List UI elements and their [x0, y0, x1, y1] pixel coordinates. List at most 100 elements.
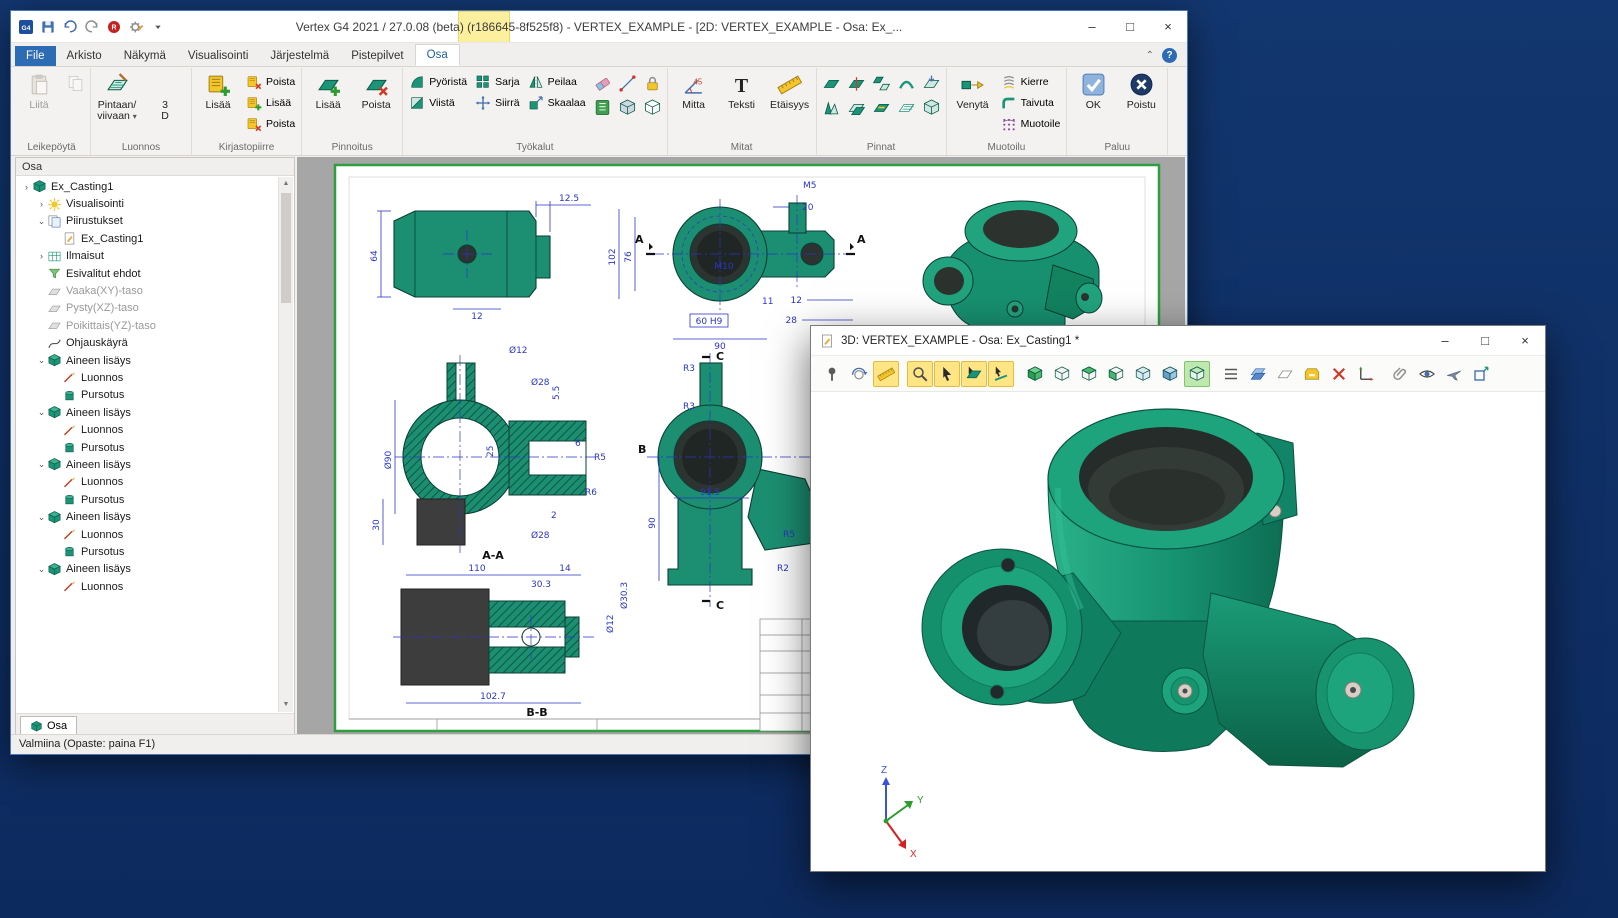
tree-item-pursotus-21[interactable]: Pursotus — [18, 543, 278, 560]
3d-viewport[interactable]: Z Y X — [811, 393, 1545, 871]
tree-item-ex-casting1-3[interactable]: Ex_Casting1 — [18, 230, 278, 247]
tree-item-luonnos-20[interactable]: Luonnos — [18, 526, 278, 543]
tool-cube-green[interactable] — [1022, 361, 1048, 387]
undo-icon[interactable] — [60, 17, 80, 37]
tree-item-esivalitut-ehdot-5[interactable]: Esivalitut ehdot — [18, 265, 278, 282]
tool-cube-section[interactable] — [1184, 361, 1210, 387]
chevron-down-icon[interactable]: ⌄ — [36, 459, 47, 470]
chevron-down-icon[interactable]: ⌄ — [36, 564, 47, 575]
tree-item-aineen-lisays-10[interactable]: ⌄Aineen lisäys — [18, 352, 278, 369]
3d-close-button[interactable]: × — [1505, 326, 1545, 356]
tree-item-pursotus-18[interactable]: Pursotus — [18, 491, 278, 508]
scroll-down-icon[interactable]: ▼ — [279, 698, 293, 712]
tab-jarjestelma[interactable]: Järjestelmä — [259, 46, 340, 66]
tab-arkisto[interactable]: Arkisto — [56, 46, 113, 66]
chevron-right-icon[interactable]: › — [21, 182, 32, 192]
tree-item-aineen-lisays-16[interactable]: ⌄Aineen lisäys — [18, 456, 278, 473]
button-eraser[interactable] — [591, 72, 614, 95]
button-tyokalut-siirra[interactable]: Siirrä — [472, 93, 523, 113]
tree-item-luonnos-14[interactable]: Luonnos — [18, 421, 278, 438]
button-mitat-etaisyys[interactable]: Etäisyys — [767, 68, 813, 141]
caret-icon[interactable] — [148, 17, 168, 37]
button-muotoilu-taivuta[interactable]: Taivuta — [998, 93, 1064, 113]
tab-file[interactable]: File — [15, 46, 56, 66]
settings-icon[interactable] — [126, 17, 146, 37]
scroll-up-icon[interactable]: ▲ — [279, 177, 293, 191]
tool-transform[interactable] — [1468, 361, 1494, 387]
chevron-down-icon[interactable]: ⌄ — [36, 407, 47, 418]
button-luonnos-pintaan-viivaan[interactable]: Pintaan/viivaan ▾ — [94, 68, 140, 141]
button-lock[interactable] — [641, 72, 664, 95]
button-copy[interactable] — [64, 72, 87, 95]
button-tyokalut-viista[interactable]: Viistä — [406, 93, 470, 113]
redo-icon[interactable] — [82, 17, 102, 37]
button-surf-knit[interactable] — [870, 96, 893, 119]
button-tyokalut-peilaa[interactable]: Peilaa — [525, 72, 589, 92]
tree-item-poikittais-yz-taso-8[interactable]: Poikittais(YZ)-taso — [18, 317, 278, 334]
button-surf-twist[interactable] — [895, 72, 918, 95]
tree-item-pursotus-15[interactable]: Pursotus — [18, 439, 278, 456]
chevron-right-icon[interactable]: › — [36, 199, 47, 209]
tree-item-ilmaisut-4[interactable]: ›Ilmaisut — [18, 248, 278, 265]
tree-item-pysty-xz-taso-7[interactable]: Pysty(XZ)-taso — [18, 300, 278, 317]
button-mitat-teksti[interactable]: TTeksti — [719, 68, 765, 141]
maximize-button[interactable]: □ — [1111, 11, 1149, 42]
button-tyokalut-sarja[interactable]: Sarja — [472, 72, 523, 92]
button-surf-offset[interactable] — [845, 96, 868, 119]
chevron-down-icon[interactable]: ⌄ — [36, 355, 47, 366]
button-measure[interactable] — [616, 72, 639, 95]
tab-osa-bottom[interactable]: Osa — [20, 716, 77, 735]
button-muotoilu-venyta[interactable]: Venytä — [950, 68, 996, 141]
scrollbar-thumb[interactable] — [281, 193, 291, 303]
tool-cursor[interactable] — [934, 361, 960, 387]
button-muotoilu-kierre[interactable]: Kierre — [998, 72, 1064, 92]
tab-osa[interactable]: Osa — [415, 44, 460, 66]
tree-item-ohjauskayra-9[interactable]: Ohjauskäyrä — [18, 335, 278, 352]
tool-clip[interactable] — [1387, 361, 1413, 387]
button-leikepoyta-liita[interactable]: Liitä — [16, 68, 62, 141]
tree-item-visualisointi-1[interactable]: ›Visualisointi — [18, 195, 278, 212]
record-icon[interactable]: R — [104, 17, 124, 37]
tree-item-luonnos-11[interactable]: Luonnos — [18, 369, 278, 386]
tree-item-luonnos-17[interactable]: Luonnos — [18, 474, 278, 491]
tool-zoom-cursor[interactable] — [907, 361, 933, 387]
close-button[interactable]: × — [1149, 11, 1187, 42]
button-muotoilu-muotoile[interactable]: Muotoile — [998, 114, 1064, 134]
button-kirjastopiirre-poista[interactable]: Poista — [243, 72, 298, 92]
tool-fly[interactable] — [1441, 361, 1467, 387]
button-surf-mirror[interactable] — [870, 72, 893, 95]
button-pinnoitus-lisaa[interactable]: Lisää — [305, 68, 351, 141]
button-surf-plane[interactable] — [820, 72, 843, 95]
3d-maximize-button[interactable]: □ — [1465, 326, 1505, 356]
minimize-button[interactable]: – — [1073, 11, 1111, 42]
tool-cursor-face[interactable] — [961, 361, 987, 387]
chevron-right-icon[interactable]: › — [36, 251, 47, 261]
tree-scrollbar[interactable]: ▲ ▼ — [278, 177, 293, 712]
tool-orbit[interactable] — [846, 361, 872, 387]
tree-item-ex-casting1-0[interactable]: ›Ex_Casting1 — [18, 178, 278, 195]
tree-item-aineen-lisays-13[interactable]: ⌄Aineen lisäys — [18, 404, 278, 421]
tree-item-aineen-lisays-22[interactable]: ⌄Aineen lisäys — [18, 561, 278, 578]
tree-item-luonnos-23[interactable]: Luonnos — [18, 578, 278, 595]
tool-cube-top[interactable] — [1076, 361, 1102, 387]
tool-eye[interactable] — [1414, 361, 1440, 387]
button-surface-cube[interactable] — [641, 96, 664, 119]
chevron-down-icon[interactable]: ⌄ — [36, 216, 47, 227]
button-kirjastopiirre-lisaa[interactable]: Lisää — [243, 93, 298, 113]
tool-list[interactable] — [1218, 361, 1244, 387]
button-surf-grid[interactable] — [895, 96, 918, 119]
tree-item-pursotus-12[interactable]: Pursotus — [18, 387, 278, 404]
button-paluu-ok[interactable]: OK — [1070, 68, 1116, 141]
button-surf-arrow[interactable] — [920, 72, 943, 95]
tool-axes[interactable] — [1353, 361, 1379, 387]
vertex-logo-icon[interactable]: G4 — [16, 17, 36, 37]
tool-delete[interactable] — [1326, 361, 1352, 387]
tool-ruler[interactable] — [873, 361, 899, 387]
tool-cube-outline[interactable] — [1049, 361, 1075, 387]
button-pinnoitus-poista[interactable]: Poista — [353, 68, 399, 141]
help-button[interactable]: ? — [1162, 48, 1177, 63]
ribbon-collapse-button[interactable]: ⌃ — [1146, 50, 1154, 61]
button-tyokalut-pyorista[interactable]: Pyöristä — [406, 72, 470, 92]
tree-item-piirustukset-2[interactable]: ⌄Piirustukset — [18, 213, 278, 230]
tree-item-vaaka-xy-taso-6[interactable]: Vaaka(XY)-taso — [18, 282, 278, 299]
